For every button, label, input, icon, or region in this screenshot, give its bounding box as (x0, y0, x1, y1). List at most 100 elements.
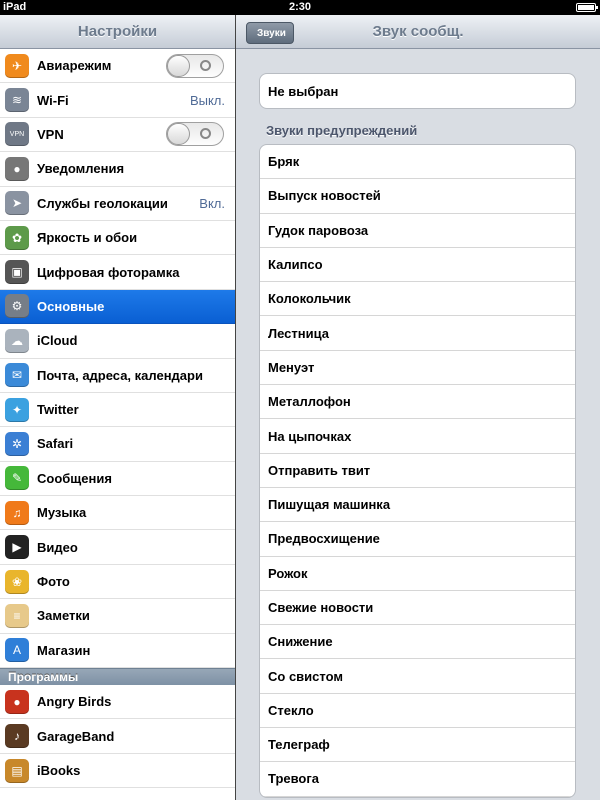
music-icon: ♫ (5, 500, 29, 525)
apps-section-header: Программы (0, 668, 235, 686)
sidebar-item[interactable]: ● Уведомления (0, 152, 235, 187)
brightness-icon: ✿ (5, 225, 29, 250)
sidebar-item[interactable]: ✎ Сообщения (0, 461, 235, 497)
sidebar-item[interactable]: ≡ Заметки (0, 599, 235, 634)
sidebar-item[interactable]: ♪ GarageBand (0, 719, 235, 754)
sidebar-item[interactable]: VPN VPN (0, 117, 235, 153)
sidebar-item[interactable]: ⚙ Основные (0, 289, 235, 325)
alert-sound-option[interactable]: Калипсо (260, 248, 575, 283)
sidebar-item-label: Twitter (37, 402, 79, 418)
sidebar-item-label: Заметки (37, 608, 90, 624)
alert-sound-option[interactable]: Колокольчик (260, 282, 575, 317)
alert-sound-option[interactable]: Рожок (260, 557, 575, 591)
toggle-switch[interactable] (166, 53, 224, 78)
safari-icon: ✲ (5, 431, 29, 456)
notes-icon: ≡ (5, 603, 29, 628)
sidebar-title: Настройки (0, 15, 235, 49)
sidebar-item[interactable]: ≋ Wi-Fi Выкл. (0, 83, 235, 118)
detail-nav-bar: Звуки Звук сообщ. (236, 15, 600, 49)
location-icon: ➤ (5, 191, 29, 216)
sidebar-item-label: Службы геолокации (37, 195, 168, 211)
none-option-group: Не выбран (259, 73, 576, 110)
alert-sound-option[interactable]: Отправить твит (260, 454, 575, 488)
sidebar-item[interactable]: ● Angry Birds (0, 685, 235, 720)
sidebar-item[interactable]: ✿ Яркость и обои (0, 220, 235, 256)
sidebar-item[interactable]: ♫ Музыка (0, 496, 235, 531)
sidebar-item[interactable]: ▶ Видео (0, 530, 235, 565)
sidebar-item[interactable]: ❀ Фото (0, 564, 235, 600)
alert-sound-option[interactable]: Предвосхищение (260, 522, 575, 557)
alert-sound-option[interactable]: Лестница (260, 316, 575, 351)
alert-sound-option[interactable]: Пишущая машинка (260, 488, 575, 523)
sidebar-item[interactable]: ➤ Службы геолокации Вкл. (0, 186, 235, 221)
toggle-off-icon (200, 128, 211, 140)
alert-sound-option[interactable]: Со свистом (260, 659, 575, 694)
sidebar-item-label: Цифровая фоторамка (37, 264, 180, 280)
sidebar-item-label: Почта, адреса, календари (37, 367, 203, 383)
alert-sound-option[interactable]: Свежие новости (260, 591, 575, 626)
sidebar-item[interactable]: ✈ Авиарежим (0, 49, 235, 84)
garageband-icon: ♪ (5, 724, 29, 749)
sidebar-item[interactable]: ▤ iBooks (0, 753, 235, 789)
airplane-icon: ✈ (5, 53, 29, 78)
alert-sound-option[interactable]: Металлофон (260, 385, 575, 420)
sidebar-item-label: Уведомления (37, 161, 125, 177)
settings-sidebar: Настройки ✈ Авиарежим ≋ Wi-Fi Выкл. VPN VPN ● Ув… (0, 15, 235, 800)
alert-sound-option[interactable]: Бряк (260, 145, 575, 180)
alert-sound-option[interactable]: Выпуск новостей (260, 179, 575, 214)
battery-icon (576, 3, 598, 12)
option-none[interactable]: Не выбран (260, 74, 575, 108)
alert-sound-option[interactable]: Менуэт (260, 351, 575, 386)
sidebar-item[interactable]: ✲ Safari (0, 427, 235, 462)
sidebar-item-value: Вкл. (199, 195, 225, 211)
messages-icon: ✎ (5, 466, 29, 491)
ibooks-icon: ▤ (5, 758, 29, 783)
sidebar-item-label: GarageBand (37, 728, 115, 744)
sidebar-item-label: Магазин (37, 642, 91, 658)
alert-sound-option[interactable]: Телеграф (260, 728, 575, 763)
sidebar-item-label: Яркость и обои (37, 230, 138, 246)
alerts-section-label: Звуки предупреждений (266, 123, 418, 138)
vpn-icon: VPN (5, 122, 29, 147)
alert-sound-option[interactable]: Стекло (260, 694, 575, 729)
sidebar-item-label: VPN (37, 126, 64, 142)
alert-sound-option[interactable]: На цыпочках (260, 419, 575, 454)
sidebar-item-label: Авиарежим (37, 58, 112, 74)
mail-icon: ✉ (5, 363, 29, 388)
settings-list: ✈ Авиарежим ≋ Wi-Fi Выкл. VPN VPN ● Уведомления ➤… (0, 49, 235, 669)
toggle-switch[interactable] (166, 122, 224, 147)
sidebar-item[interactable]: ✉ Почта, адреса, календари (0, 358, 235, 393)
toggle-knob (167, 123, 190, 146)
sidebar-item[interactable]: ✦ Twitter (0, 392, 235, 428)
video-icon: ▶ (5, 535, 29, 560)
photos-icon: ❀ (5, 569, 29, 594)
sidebar-item[interactable]: ▣ Цифровая фоторамка (0, 255, 235, 290)
alert-sound-option[interactable]: Снижение (260, 625, 575, 660)
sidebar-item-label: Фото (37, 574, 70, 590)
wifi-icon: ≋ (5, 88, 29, 113)
alert-sound-option[interactable]: Тревога (260, 762, 575, 797)
gear-icon: ⚙ (5, 294, 29, 319)
sidebar-item[interactable]: ☁ iCloud (0, 324, 235, 359)
sidebar-item-label: iBooks (37, 763, 81, 778)
sidebar-item-label: Видео (37, 539, 78, 555)
cloud-icon: ☁ (5, 328, 29, 353)
sidebar-item-label: Angry Birds (37, 694, 112, 710)
sidebar-item-label: Safari (37, 436, 74, 452)
alert-sound-option[interactable]: Гудок паровоза (260, 214, 575, 248)
detail-title: Звук сообщ. (372, 23, 464, 40)
store-icon: A (5, 638, 29, 663)
sidebar-item-label: iCloud (37, 333, 78, 349)
apps-list: ● Angry Birds ♪ GarageBand ▤ iBooks (0, 685, 235, 789)
toggle-knob (167, 54, 190, 77)
sidebar-item[interactable]: A Магазин (0, 633, 235, 669)
sidebar-item-label: Музыка (37, 505, 87, 521)
twitter-icon: ✦ (5, 397, 29, 422)
photo-frame-icon: ▣ (5, 260, 29, 285)
toggle-off-icon (200, 59, 211, 71)
sidebar-item-label: Wi-Fi (37, 92, 69, 108)
alerts-group: Бряк Выпуск новостей Гудок паровоза Калипсо… (259, 144, 576, 798)
sidebar-item-label: Сообщения (37, 470, 112, 486)
detail-pane: Звуки Звук сообщ. Не выбран Звуки предуп… (236, 15, 600, 800)
sidebar-item-label: Основные (37, 298, 105, 314)
